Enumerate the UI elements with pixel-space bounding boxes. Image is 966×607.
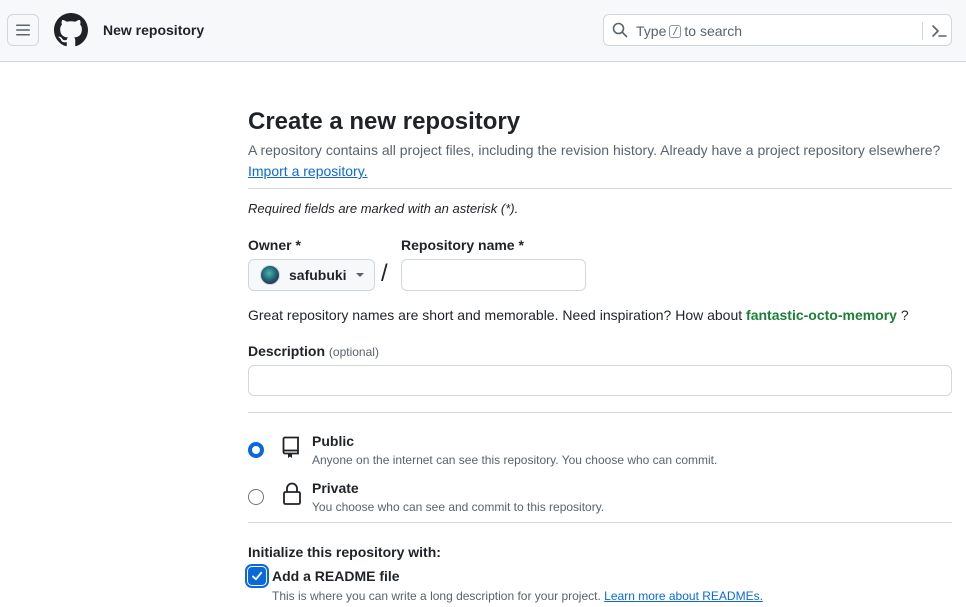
owner-label: Owner * — [248, 237, 301, 253]
public-radio[interactable] — [248, 442, 264, 458]
form-subtitle: A repository contains all project files,… — [248, 142, 941, 158]
description-input[interactable] — [248, 365, 952, 396]
search-suffix: to search — [684, 23, 742, 39]
owner-name: safubuki — [289, 267, 347, 283]
import-repository-link[interactable]: Import a repository. — [248, 163, 368, 179]
description-label: Description (optional) — [248, 343, 379, 359]
owner-repo-separator: / — [381, 260, 388, 287]
repo-icon — [282, 436, 299, 458]
readme-label: Add a README file — [272, 568, 400, 584]
command-palette-icon[interactable] — [930, 22, 948, 40]
public-title: Public — [312, 433, 355, 449]
readme-description: This is where you can write a long descr… — [272, 589, 763, 603]
inspiration-message: Great repository names are short and mem… — [248, 307, 743, 323]
required-fields-note: Required fields are marked with an aster… — [248, 201, 519, 216]
inspiration-end: ? — [900, 307, 909, 323]
readme-description-text: This is where you can write a long descr… — [272, 589, 601, 603]
lock-icon — [283, 482, 301, 505]
optional-tag: (optional) — [328, 345, 379, 359]
page-title: New repository — [103, 22, 205, 38]
divider — [248, 522, 952, 523]
chevron-down-icon — [355, 273, 364, 277]
search-placeholder: Type / to search — [636, 23, 742, 39]
hamburger-icon — [16, 24, 30, 36]
app-header: New repository Type / to search — [0, 0, 966, 62]
checkmark-icon — [252, 571, 263, 581]
owner-dropdown[interactable]: safubuki — [248, 259, 375, 291]
private-title: Private — [312, 480, 359, 496]
divider — [248, 412, 952, 413]
repository-name-label: Repository name * — [401, 237, 524, 253]
github-logo-icon[interactable] — [54, 13, 88, 47]
search-shortcut-key: / — [669, 24, 682, 38]
menu-button[interactable] — [7, 14, 39, 46]
search-prefix: Type — [636, 23, 667, 39]
readme-checkbox[interactable] — [245, 564, 269, 588]
inspiration-text: Great repository names are short and mem… — [248, 307, 909, 323]
avatar — [260, 265, 280, 285]
search-icon — [612, 22, 628, 38]
public-description: Anyone on the internet can see this repo… — [312, 453, 718, 467]
search-divider — [922, 22, 923, 40]
divider — [248, 188, 952, 189]
learn-more-readmes-link[interactable]: Learn more about READMEs. — [604, 589, 763, 603]
form-title: Create a new repository — [248, 108, 521, 135]
initialize-label: Initialize this repository with: — [248, 544, 441, 560]
description-label-text: Description — [248, 343, 326, 359]
private-description: You choose who can see and commit to thi… — [312, 500, 605, 514]
name-suggestion[interactable]: fantastic-octo-memory — [746, 307, 897, 323]
search-input[interactable]: Type / to search — [603, 14, 952, 46]
repository-name-input[interactable] — [401, 259, 586, 291]
private-radio[interactable] — [248, 489, 264, 505]
